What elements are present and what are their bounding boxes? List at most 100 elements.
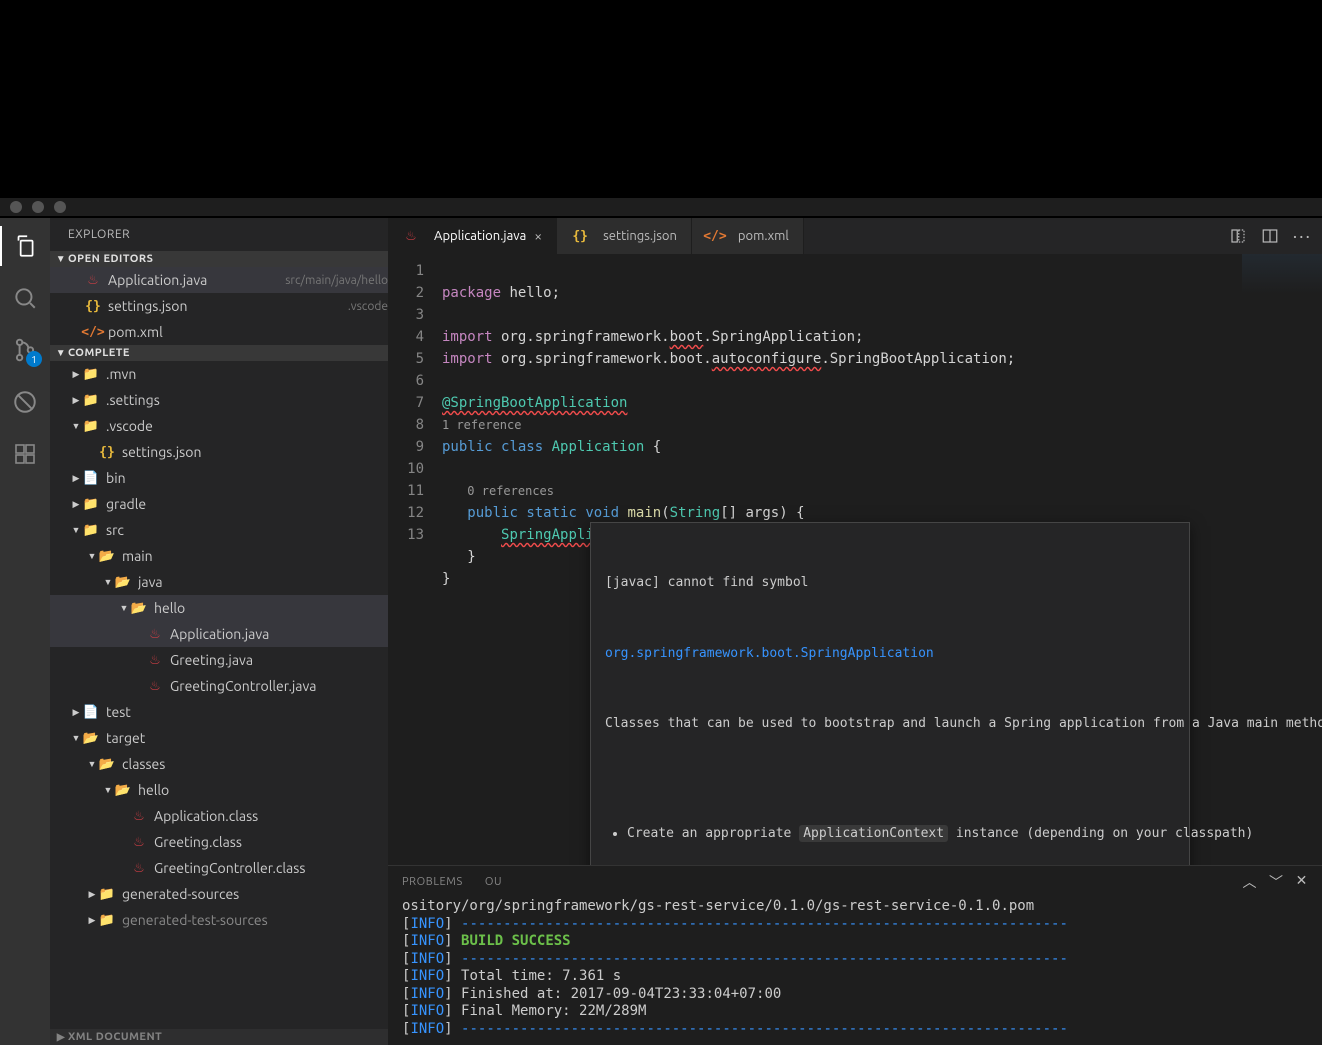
- tree-item[interactable]: ▼📂hello: [50, 777, 388, 803]
- terminal-output[interactable]: ository/org/springframework/gs-rest-serv…: [388, 892, 1322, 1045]
- hover-bullets: Create an appropriate ApplicationContext…: [627, 781, 1175, 865]
- chevron-down-icon[interactable]: ▼: [70, 733, 82, 743]
- panel-tab-output[interactable]: OU: [485, 872, 502, 892]
- traffic-close[interactable]: [10, 201, 22, 213]
- codelens-references[interactable]: 1 reference: [442, 418, 521, 432]
- file-icon: 📄: [82, 703, 100, 721]
- codelens-references[interactable]: 0 references: [467, 484, 554, 498]
- tree-item[interactable]: ▼📂main: [50, 543, 388, 569]
- more-icon[interactable]: ···: [1293, 226, 1312, 246]
- tree-item[interactable]: ▶📁generated-test-sources: [50, 907, 388, 933]
- tree-label: src: [106, 522, 388, 538]
- json-icon: {}: [98, 443, 116, 461]
- folder-open-icon: 📂: [114, 573, 132, 591]
- compare-icon[interactable]: [1229, 227, 1247, 245]
- tree-item[interactable]: ♨Greeting.class: [50, 829, 388, 855]
- folder-open-icon: 📂: [114, 781, 132, 799]
- hover-desc: Classes that can be used to bootstrap an…: [605, 714, 1175, 734]
- chevron-right-icon: ▶: [54, 1031, 68, 1043]
- code-editor[interactable]: 12345678910111213 package hello; import …: [388, 254, 1322, 865]
- minimap[interactable]: [1242, 254, 1322, 294]
- source-control-icon[interactable]: 1: [11, 336, 39, 364]
- line-number: 9: [388, 436, 442, 458]
- hover-fqn[interactable]: org.springframework.boot.SpringApplicati…: [605, 644, 1175, 664]
- chevron-down-icon[interactable]: ▼: [102, 785, 114, 795]
- chevron-right-icon[interactable]: ▶: [70, 369, 82, 380]
- tree-label: gradle: [106, 496, 388, 512]
- file-icon: 📄: [82, 469, 100, 487]
- traffic-max[interactable]: [54, 201, 66, 213]
- tree-label: settings.json: [122, 444, 388, 460]
- chevron-down-icon[interactable]: ▼: [86, 759, 98, 769]
- tree-item[interactable]: ♨Greeting.java: [50, 647, 388, 673]
- chevron-down-icon[interactable]: ▼: [70, 421, 82, 431]
- line-number: 11: [388, 480, 442, 502]
- open-editor-item[interactable]: {}settings.json.vscode: [50, 293, 388, 319]
- editor-tab[interactable]: </>pom.xml: [692, 218, 804, 254]
- folder-icon: 📁: [82, 365, 100, 383]
- tree-item[interactable]: ▼📂 java: [50, 569, 388, 595]
- tree-item[interactable]: ♨Application.java: [50, 621, 388, 647]
- chevron-right-icon[interactable]: ▶: [70, 707, 82, 718]
- scm-badge: 1: [26, 351, 42, 367]
- traffic-min[interactable]: [32, 201, 44, 213]
- tree-item[interactable]: {} settings.json: [50, 439, 388, 465]
- panel-close-icon[interactable]: ✕: [1296, 872, 1308, 892]
- code-content[interactable]: package hello; import org.springframewor…: [442, 254, 1322, 865]
- section-open-editors[interactable]: ▼ OPEN EDITORS: [50, 251, 388, 267]
- folder-open-icon: 📂: [98, 755, 116, 773]
- chevron-right-icon[interactable]: ▶: [86, 889, 98, 900]
- tree-label: GreetingController.class: [154, 860, 388, 876]
- chevron-down-icon[interactable]: ▼: [118, 603, 130, 613]
- explorer-icon[interactable]: [11, 232, 39, 260]
- tree-item[interactable]: ♨GreetingController.class: [50, 855, 388, 881]
- chevron-down-icon[interactable]: ▼: [86, 551, 98, 561]
- section-xml-document[interactable]: ▶ XML DOCUMENT: [50, 1029, 388, 1045]
- tree-item[interactable]: ▼📂hello: [50, 595, 388, 621]
- split-editor-icon[interactable]: [1261, 227, 1279, 245]
- panel-tab-problems[interactable]: PROBLEMS: [402, 872, 463, 892]
- tree-item[interactable]: ▶📁generated-sources: [50, 881, 388, 907]
- chevron-down-icon: ▼: [54, 253, 68, 265]
- folder-open-icon: 📂: [130, 599, 148, 617]
- tree-label: target: [106, 730, 388, 746]
- panel-down-icon[interactable]: ﹀: [1269, 872, 1284, 892]
- chevron-down-icon[interactable]: ▼: [70, 525, 82, 535]
- extensions-icon[interactable]: [11, 440, 39, 468]
- file-label: pom.xml: [108, 324, 388, 340]
- chevron-right-icon[interactable]: ▶: [70, 473, 82, 484]
- tree-item[interactable]: ▼📁 src: [50, 517, 388, 543]
- chevron-down-icon[interactable]: ▼: [102, 577, 114, 587]
- tree-label: java: [138, 574, 388, 590]
- chevron-right-icon[interactable]: ▶: [70, 499, 82, 510]
- tree-item[interactable]: ▼📂classes: [50, 751, 388, 777]
- tree-item[interactable]: ▶📁gradle: [50, 491, 388, 517]
- tree-item[interactable]: ♨GreetingController.java: [50, 673, 388, 699]
- tree-label: bin: [106, 470, 388, 486]
- line-number: 4: [388, 326, 442, 348]
- tree-item[interactable]: ▼📁.vscode: [50, 413, 388, 439]
- chevron-right-icon[interactable]: ▶: [86, 915, 98, 926]
- tree-item[interactable]: ▶📁.mvn: [50, 361, 388, 387]
- xml-icon: </>: [706, 227, 724, 245]
- tree-item[interactable]: ▶📄 bin: [50, 465, 388, 491]
- tree-item[interactable]: ▶📁.settings: [50, 387, 388, 413]
- folder-icon: 📁: [82, 521, 100, 539]
- open-editor-item[interactable]: </>pom.xml: [50, 319, 388, 345]
- open-editors-list: ♨Application.javasrc/main/java/hello{}se…: [50, 267, 388, 345]
- activity-bar: 1: [0, 218, 50, 1045]
- tree-item[interactable]: ▼📂target: [50, 725, 388, 751]
- line-number: 7: [388, 392, 442, 414]
- tree-item[interactable]: ♨Application.class: [50, 803, 388, 829]
- editor-tab[interactable]: ♨Application.java×: [388, 218, 557, 254]
- open-editor-item[interactable]: ♨Application.javasrc/main/java/hello: [50, 267, 388, 293]
- tree-item[interactable]: ▶📄test: [50, 699, 388, 725]
- editor-tab[interactable]: {}settings.json: [557, 218, 692, 254]
- chevron-right-icon[interactable]: ▶: [70, 395, 82, 406]
- debug-icon[interactable]: [11, 388, 39, 416]
- close-icon[interactable]: ×: [534, 228, 542, 244]
- search-icon[interactable]: [11, 284, 39, 312]
- line-number: 5: [388, 348, 442, 370]
- section-folder[interactable]: ▼ COMPLETE: [50, 345, 388, 361]
- panel-up-icon[interactable]: ︿: [1242, 872, 1257, 892]
